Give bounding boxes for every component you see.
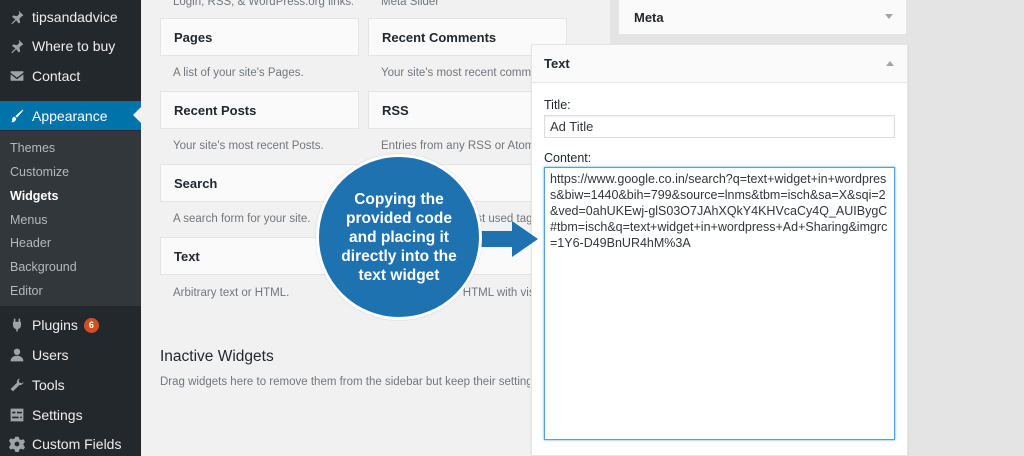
menu-label: Users (32, 347, 69, 363)
menu-item-custom-fields[interactable]: Custom Fields (0, 429, 141, 456)
wrench-icon (8, 376, 26, 394)
menu-label: Plugins (32, 317, 78, 333)
inactive-widgets-title: Inactive Widgets (160, 348, 274, 365)
settings-icon (8, 406, 26, 424)
widget-description: Login, RSS, & WordPress.org links. (173, 0, 353, 8)
submenu-item-background[interactable]: Background (10, 260, 77, 274)
submenu-item-editor[interactable]: Editor (10, 284, 43, 298)
admin-sidebar: tipsandadvice Where to buy Contact Appea… (0, 0, 141, 456)
menu-item-where-to-buy[interactable]: Where to buy (0, 31, 141, 61)
submenu-item-widgets[interactable]: Widgets (10, 189, 59, 203)
menu-item-users[interactable]: Users (0, 340, 141, 370)
toggle-arrow-down-icon[interactable] (885, 14, 893, 19)
menu-item-tools[interactable]: Tools (0, 370, 141, 400)
envelope-icon (8, 67, 26, 85)
pushpin-icon (8, 8, 26, 26)
menu-label: Where to buy (32, 38, 116, 54)
submenu-item-themes[interactable]: Themes (10, 141, 55, 155)
menu-label: Appearance (32, 107, 108, 124)
callout-text: Copying the provided code and placing it… (341, 190, 457, 284)
menu-label: Settings (32, 407, 83, 423)
title-input[interactable] (544, 115, 895, 138)
menu-item-tipsandadvice[interactable]: tipsandadvice (0, 2, 141, 32)
submenu-item-customize[interactable]: Customize (10, 165, 69, 179)
menu-item-contact[interactable]: Contact (0, 61, 141, 91)
current-menu-indicator (133, 107, 141, 123)
widget-description: A list of your site's Pages. (173, 67, 304, 79)
menu-item-plugins[interactable]: Plugins 6 (0, 310, 141, 340)
user-icon (8, 346, 26, 364)
widget-pages[interactable]: Pages (160, 18, 359, 56)
toggle-arrow-up-icon[interactable] (886, 61, 894, 66)
menu-label: tipsandadvice (32, 9, 118, 25)
menu-item-settings[interactable]: Settings (0, 400, 141, 430)
inactive-widgets-description: Drag widgets here to remove them from th… (160, 376, 530, 388)
submenu-item-header[interactable]: Header (10, 236, 51, 250)
plugin-update-badge: 6 (83, 317, 99, 333)
widget-description: Your site's most recent comments. (381, 67, 531, 79)
text-widget-header[interactable]: Text (532, 45, 907, 83)
menu-item-appearance[interactable]: Appearance (0, 101, 141, 130)
annotation-callout: Copying the provided code and placing it… (316, 154, 482, 320)
pushpin-icon (8, 37, 26, 55)
widget-recent-posts[interactable]: Recent Posts (160, 91, 359, 129)
widget-title: Meta (634, 9, 664, 25)
plug-icon (8, 316, 26, 334)
menu-label: Contact (32, 68, 81, 84)
title-label: Title: (544, 98, 571, 112)
menu-label: Custom Fields (32, 436, 122, 452)
widget-description: Arbitrary text or HTML. (173, 287, 290, 299)
submenu-item-menus[interactable]: Menus (10, 213, 48, 227)
widget-title: Text (544, 56, 570, 71)
gear-icon (8, 435, 26, 453)
widget-description: Meta Slider (381, 0, 440, 8)
widget-description: Your site's most recent Posts. (173, 140, 324, 152)
paintbrush-icon (8, 107, 26, 125)
content-textarea[interactable]: https://www.google.co.in/search?q=text+w… (544, 167, 895, 440)
widget-description: Entries from any RSS or Atom feed. (381, 140, 531, 152)
text-widget-panel: Text Title: Content: https://www.google.… (531, 44, 908, 456)
menu-label: Tools (32, 377, 65, 393)
widget-meta[interactable]: Meta (618, 0, 907, 35)
content-label: Content: (544, 151, 592, 165)
